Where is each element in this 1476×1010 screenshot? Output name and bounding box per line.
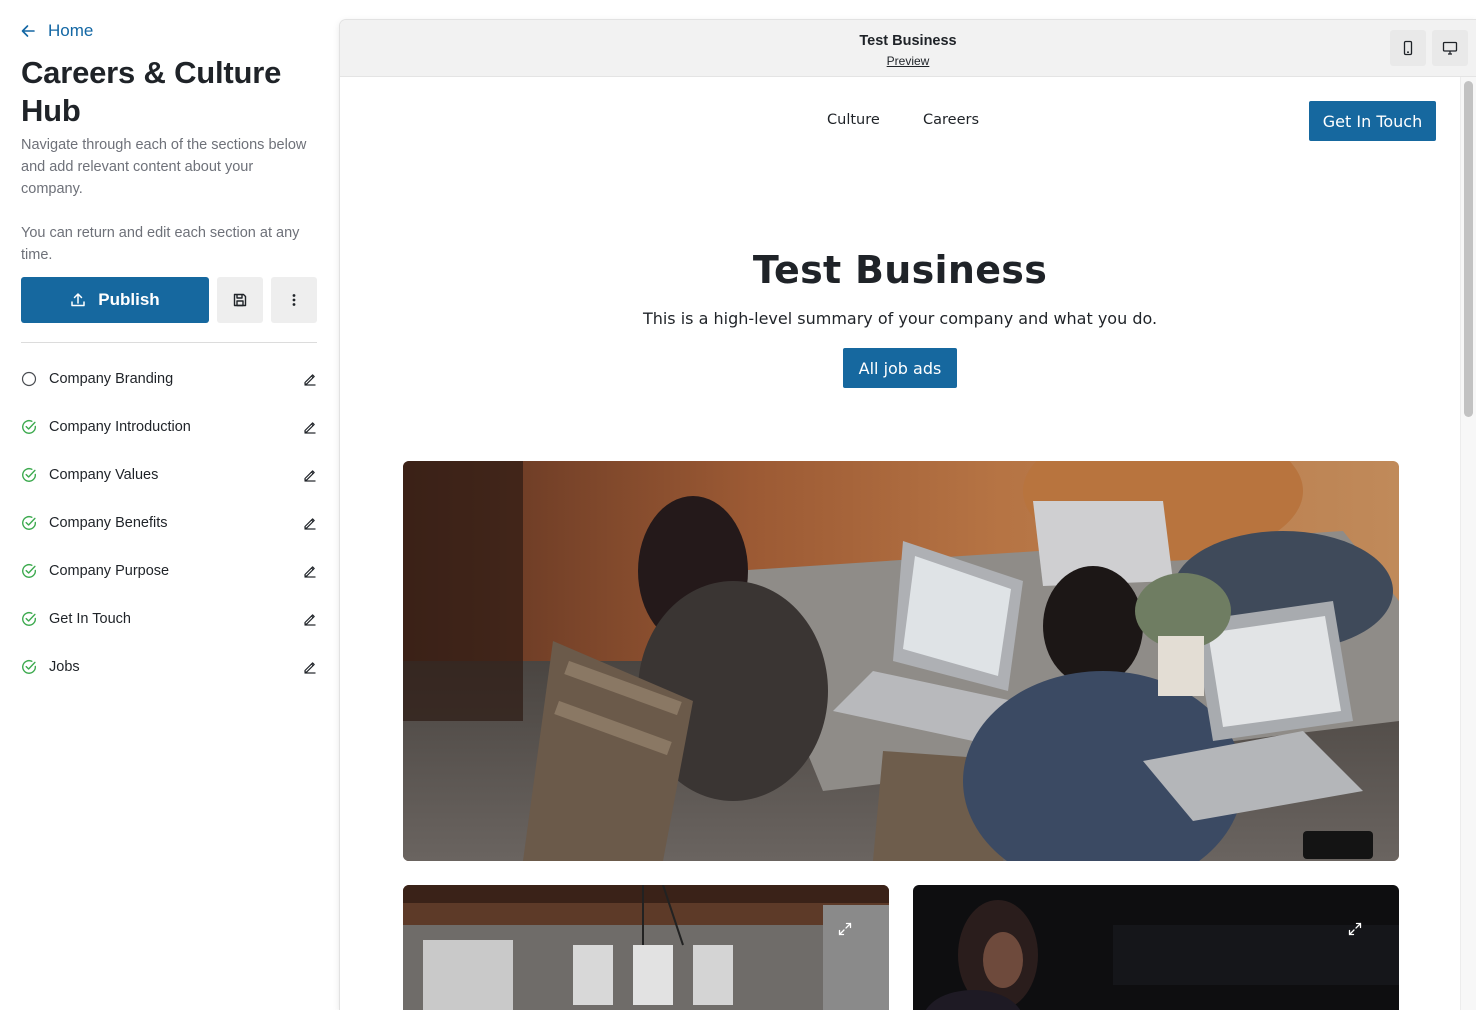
section-item[interactable]: Company Introduction (21, 403, 317, 451)
edit-icon[interactable] (303, 660, 317, 674)
edit-note-text: You can return and edit each section at … (21, 225, 300, 263)
mobile-view-button[interactable] (1390, 30, 1426, 66)
preview-scrollbar[interactable] (1460, 77, 1476, 1010)
publish-button[interactable]: Publish (21, 277, 209, 323)
preview-title: Test Business (859, 33, 957, 49)
divider (21, 342, 317, 343)
section-list: Company Branding Company Introduction Comp… (21, 355, 317, 691)
get-in-touch-button[interactable]: Get In Touch (1309, 101, 1436, 141)
desktop-view-button[interactable] (1432, 30, 1468, 66)
section-item-label: Company Benefits (49, 515, 168, 531)
desktop-icon (1442, 41, 1458, 55)
section-item-label: Company Purpose (49, 563, 170, 579)
expand-icon[interactable] (1347, 921, 1363, 937)
nav-link-careers[interactable]: Careers (923, 112, 979, 128)
hero-heading: Test Business (752, 248, 1048, 292)
check-circle-icon (21, 515, 37, 531)
section-item[interactable]: Get In Touch (21, 595, 317, 643)
section-item-label: Jobs (49, 659, 80, 675)
page-title: Careers & Culture Hub (21, 55, 282, 128)
edit-icon[interactable] (303, 468, 317, 482)
section-item[interactable]: Company Purpose (21, 547, 317, 595)
expand-icon[interactable] (837, 921, 853, 937)
more-vertical-icon (292, 294, 296, 306)
gallery-image-1[interactable] (403, 885, 889, 1010)
save-button[interactable] (217, 277, 263, 323)
more-options-button[interactable] (271, 277, 317, 323)
scrollbar-thumb[interactable] (1464, 81, 1473, 417)
section-item[interactable]: Company Benefits (21, 499, 317, 547)
all-job-ads-button[interactable]: All job ads (842, 348, 958, 388)
section-item-label: Company Values (49, 467, 159, 483)
section-item[interactable]: Company Branding (21, 355, 317, 403)
sidebar: Home Careers & Culture Hub Navigate thro… (0, 0, 338, 1004)
check-circle-icon (21, 467, 37, 483)
back-home-label: Home (48, 21, 94, 40)
edit-icon[interactable] (303, 372, 317, 386)
section-item-label: Company Branding (49, 371, 174, 387)
upload-icon (71, 293, 86, 307)
edit-icon[interactable] (303, 564, 317, 578)
check-circle-icon (21, 419, 37, 435)
arrow-left-icon (21, 25, 35, 37)
section-item-label: Company Introduction (49, 419, 191, 435)
site-preview: Culture Careers Get In Touch Test Busine… (340, 77, 1460, 1010)
check-circle-icon (21, 611, 37, 627)
check-circle-icon (21, 563, 37, 579)
check-circle-icon (21, 659, 37, 675)
mobile-icon (1403, 40, 1413, 56)
publish-label: Publish (98, 290, 160, 309)
hero-summary: This is a high-level summary of your com… (642, 309, 1158, 328)
edit-icon[interactable] (303, 420, 317, 434)
section-item[interactable]: Company Values (21, 451, 317, 499)
site-nav: Culture Careers Get In Touch (340, 77, 1460, 197)
preview-header: Test Business Preview (340, 20, 1476, 77)
action-bar: Publish (21, 277, 317, 323)
preview-panel: Test Business Preview Culture Careers Ge… (340, 20, 1476, 1010)
hero-photo (403, 461, 1399, 861)
edit-icon[interactable] (303, 612, 317, 626)
back-home-link[interactable]: Home (21, 20, 317, 42)
section-item[interactable]: Jobs (21, 643, 317, 691)
preview-link[interactable]: Preview (340, 54, 1476, 68)
section-item-label: Get In Touch (49, 611, 131, 627)
hero-section: Test Business This is a high-level summa… (340, 247, 1460, 388)
empty-circle-icon (21, 371, 37, 387)
save-icon (233, 293, 247, 307)
gallery-image-2[interactable] (913, 885, 1399, 1010)
nav-link-culture[interactable]: Culture (827, 112, 880, 128)
description-text: Navigate through each of the sections be… (21, 137, 307, 197)
edit-icon[interactable] (303, 516, 317, 530)
